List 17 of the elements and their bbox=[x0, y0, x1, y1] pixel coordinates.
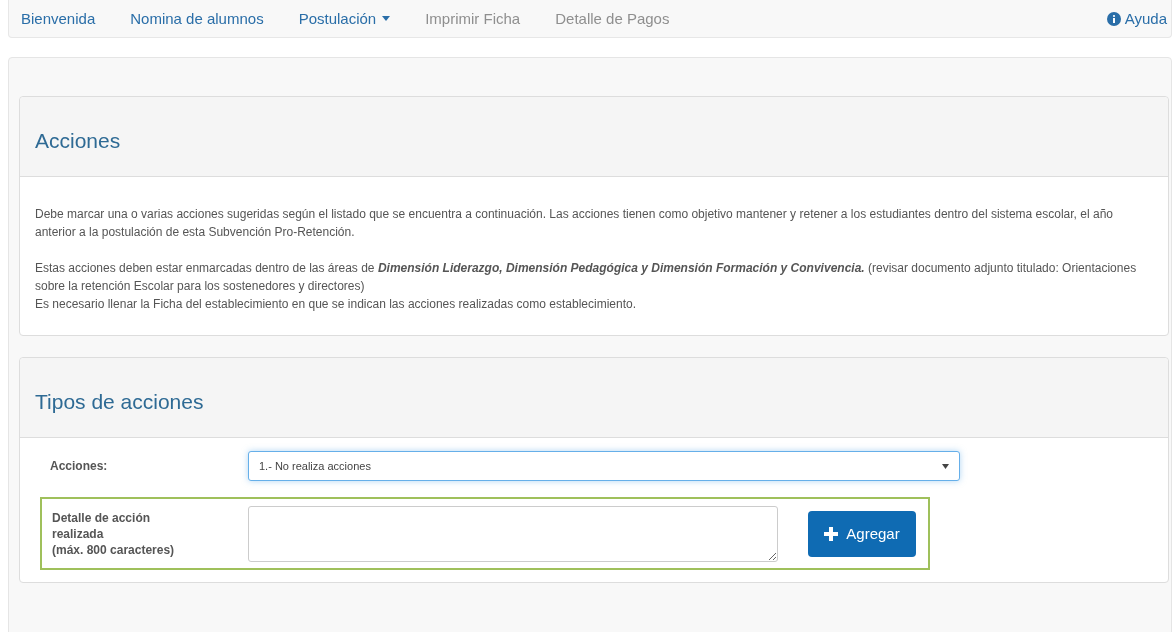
plus-icon bbox=[824, 526, 839, 541]
nav-link[interactable]: Postulación bbox=[298, 10, 391, 27]
instructions-text: Estas acciones deben estar enmarcadas dentro de las áreas de Dimensión Liderazgo, Dimensión Pedagógica y Dimensión Formación y Convivencia. (revisar documento adjunto titulado: Orientaciones sobre la retención Escolar para los sostenedores y directores) bbox=[35, 260, 1138, 295]
instructions-text: Debe marcar una o varias acciones sugeridas según el listado que se encuentra a continuación. Las acciones tienen como objetivo mantener y retener a los estudiantes dentro del sistema escolar, el año anterior a la postulación de esta Subvención Pro-Retención. bbox=[35, 206, 1114, 241]
dropdown-arrow-icon bbox=[942, 463, 949, 469]
panel-title: Acciones bbox=[35, 128, 121, 153]
panel-title: Tipos de acciones bbox=[35, 389, 204, 414]
help-link[interactable]: Ayuda bbox=[1106, 10, 1167, 27]
field-label: Detalle de acción realizada (máx. 800 caracteres) bbox=[51, 509, 176, 558]
detail-textarea[interactable] bbox=[248, 505, 778, 562]
instructions-text: Es necesario llenar la Ficha del establecimiento en que se indican las acciones realizadas como establecimiento. bbox=[35, 296, 637, 313]
nav-link[interactable]: Nomina de alumnos bbox=[130, 10, 264, 27]
actions-select[interactable]: 1.- No realiza acciones bbox=[248, 451, 960, 481]
field-label: Acciones: bbox=[49, 459, 109, 473]
nav-link[interactable]: Bienvenida bbox=[21, 10, 96, 27]
add-button[interactable]: Agregar bbox=[808, 510, 916, 557]
help-icon bbox=[1106, 11, 1121, 26]
